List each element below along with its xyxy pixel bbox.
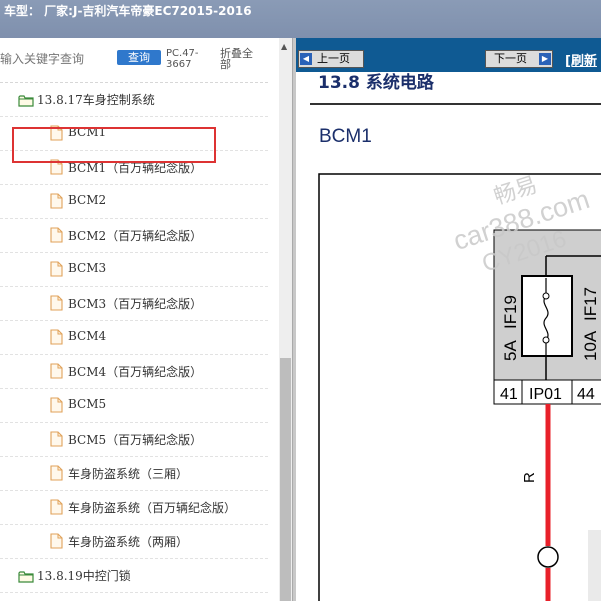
viewer-scrollbar[interactable]: [588, 530, 601, 601]
tree-file-item[interactable]: 车身防盗系统（百万辆纪念版）: [0, 491, 268, 525]
tree-item-label: BCM4: [68, 329, 107, 343]
document-icon: [50, 295, 63, 315]
scrollbar-thumb[interactable]: [280, 358, 291, 601]
folder-icon: [18, 568, 34, 587]
search-bar: 查询 PC.47-3667 折叠全部: [0, 38, 280, 82]
connector-pin-left: 41: [500, 386, 518, 403]
fuse-if19-rating: 5A: [501, 340, 520, 361]
tree-item-label: BCM5（百万辆纪念版）: [68, 433, 203, 447]
tree-item-label: BCM2（百万辆纪念版）: [68, 229, 203, 243]
connector-id: IP01: [529, 386, 562, 403]
tree-file-item[interactable]: BCM4: [0, 321, 268, 355]
wire-splice-node: [537, 546, 559, 568]
selection-highlight-box: [12, 127, 216, 163]
document-icon: [50, 329, 63, 349]
document-icon: [50, 431, 63, 451]
document-icon: [50, 193, 63, 213]
tree-file-item[interactable]: 车身防盗系统（两厢）: [0, 525, 268, 559]
catalog-panel: 查询 PC.47-3667 折叠全部 13.8.17车身控制系统BCM1BCM1…: [0, 38, 292, 601]
folder-icon: [18, 92, 34, 111]
document-icon: [50, 227, 63, 247]
fuse-if17-id: IF17: [581, 287, 600, 321]
fuse-if19-id: IF19: [501, 295, 520, 329]
tree-file-item[interactable]: BCM2（百万辆纪念版）: [0, 219, 268, 253]
window-title-bar: 车型： 厂家:J-吉利汽车帝豪EC72015-2016: [0, 0, 601, 38]
scroll-up-arrow-icon[interactable]: ▲: [281, 42, 287, 51]
document-icon: [50, 397, 63, 417]
tree-item-label: BCM3（百万辆纪念版）: [68, 297, 203, 311]
catalog-scrollbar[interactable]: ▲: [279, 38, 292, 601]
tree-file-item[interactable]: BCM3（百万辆纪念版）: [0, 287, 268, 321]
window-title: 车型： 厂家:J-吉利汽车帝豪EC72015-2016: [4, 4, 252, 18]
tree-file-item[interactable]: BCM3: [0, 253, 268, 287]
fuse-terminal-bottom: [542, 336, 550, 344]
wiring-diagram: 5A IF19 10A IF17 41 IP01 44 R: [318, 173, 601, 601]
document-viewer: 13.8 系统电路 ◀ 上一页 下一页 ▶ [刷新 BCM1 5A IF19 1…: [296, 38, 601, 601]
document-icon: [50, 261, 63, 281]
fuse-terminal-top: [542, 292, 550, 300]
tree-file-item[interactable]: 车身防盗系统（三厢）: [0, 457, 268, 491]
tree-item-label: 13.8.17车身控制系统: [37, 93, 155, 107]
query-button[interactable]: 查询: [117, 50, 161, 65]
tree-item-label: BCM2: [68, 193, 107, 207]
document-icon: [50, 363, 63, 383]
tree-item-label: 车身防盗系统（三厢）: [68, 467, 189, 481]
pc-code-label: PC.47-3667: [166, 48, 199, 70]
tree-item-label: 车身防盗系统（两厢）: [68, 535, 189, 549]
document-icon: [50, 465, 63, 485]
tree-file-item[interactable]: BCM4（百万辆纪念版）: [0, 355, 268, 389]
tree-folder-item[interactable]: 13.8.17车身控制系统: [0, 83, 268, 117]
collapse-all-link[interactable]: 折叠全部: [220, 48, 260, 70]
tree-file-item[interactable]: BCM2: [0, 185, 268, 219]
tree-item-label: 车身防盗系统（百万辆纪念版）: [68, 501, 237, 515]
tree-item-label: BCM3: [68, 261, 107, 275]
tree-file-item[interactable]: BCM5: [0, 389, 268, 423]
wire-color-label: R: [521, 472, 538, 483]
connector-pin-right: 44: [577, 386, 595, 403]
tree-file-item[interactable]: BCM5（百万辆纪念版）: [0, 423, 268, 457]
tree-item-label: BCM5: [68, 397, 107, 411]
fuse-if17-rating: 10A: [581, 330, 600, 361]
tree-folder-item[interactable]: 13.8.19中控门锁: [0, 559, 268, 593]
tree-item-label: 13.8.19中控门锁: [37, 569, 131, 583]
tree-item-label: BCM4（百万辆纪念版）: [68, 365, 203, 379]
document-icon: [50, 499, 63, 519]
search-input[interactable]: [0, 52, 110, 66]
document-icon: [50, 533, 63, 553]
